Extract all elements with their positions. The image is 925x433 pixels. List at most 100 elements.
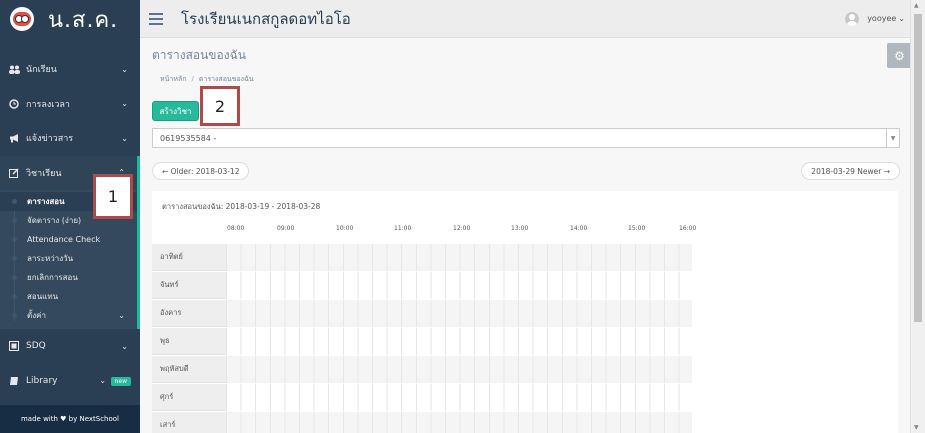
library-new-wrapper: ⌄ new xyxy=(99,376,131,387)
submenu-item-cancel-class[interactable]: ยกเลิกการสอน xyxy=(0,268,137,287)
day-slots[interactable] xyxy=(226,328,692,355)
teacher-select[interactable]: 0619535584 - ▼ xyxy=(152,128,900,148)
page-scrollbar[interactable]: ▲ ▼ xyxy=(910,0,925,433)
day-label: อาทิตย์ xyxy=(152,244,226,271)
time-label: 11:00 xyxy=(394,225,412,232)
day-slots[interactable] xyxy=(226,412,692,433)
day-row: ศุกร์ xyxy=(152,384,692,412)
newer-week-button[interactable]: 2018-03-29 Newer → xyxy=(801,162,900,180)
sidebar-footer: made with ♥ by NextSchool xyxy=(0,405,140,433)
edit-icon xyxy=(8,167,20,179)
day-slots[interactable] xyxy=(226,384,692,411)
submenu-item-attendance-check[interactable]: Attendance Check xyxy=(0,230,137,249)
day-row: พฤหัสบดี xyxy=(152,356,692,384)
sidebar-item-announcements[interactable]: แจ้งข่าวสาร ⌄ xyxy=(0,121,140,156)
brand[interactable]: น.ส.ค. xyxy=(0,0,140,38)
school-name: โรงเรียนเนกสกูลดอทไอโอ xyxy=(181,9,351,28)
day-row: อาทิตย์ xyxy=(152,244,692,272)
menu-toggle-icon[interactable] xyxy=(149,12,163,25)
settings-button[interactable]: ⚙ xyxy=(887,43,912,68)
submenu-item-label: ตั้งค่า xyxy=(27,311,46,320)
owl-logo-icon xyxy=(10,7,34,31)
day-label: พุธ xyxy=(152,328,226,355)
day-slots[interactable] xyxy=(226,300,692,327)
breadcrumb-home[interactable]: หน้าหลัก xyxy=(160,74,186,85)
older-week-button[interactable]: ← Older: 2018-03-12 xyxy=(152,162,250,180)
sidebar-item-label: การลงเวลา xyxy=(26,99,70,110)
brand-name: น.ส.ค. xyxy=(48,7,119,33)
day-slots[interactable] xyxy=(226,356,692,383)
time-label: 10:00 xyxy=(336,225,354,232)
top-navbar: โรงเรียนเนกสกูลดอทไอโอ yooyee ⌄ xyxy=(140,0,925,38)
sidebar-item-attendance-time[interactable]: การลงเวลา ⌄ xyxy=(0,87,140,122)
time-label: 16:00 xyxy=(679,225,697,232)
breadcrumb-separator: / xyxy=(191,75,194,83)
timetable: ตารางสอนของฉัน: 2018-03-19 - 2018-03-28 … xyxy=(152,191,898,433)
chevron-down-icon: ⌄ xyxy=(121,341,128,351)
submenu-item-label: ยกเลิกการสอน xyxy=(27,273,78,282)
bullhorn-icon xyxy=(8,132,20,144)
user-menu[interactable]: yooyee ⌄ xyxy=(845,11,905,26)
gear-icon: ⚙ xyxy=(894,48,905,63)
sidebar-item-library[interactable]: Library ⌄ new xyxy=(0,364,140,399)
day-rows: อาทิตย์ จันทร์ อังคาร พุธ พฤหัสบดี ศุกร์ xyxy=(152,244,692,433)
breadcrumb-current: ตารางสอนของฉัน xyxy=(198,74,254,83)
scroll-thumb[interactable] xyxy=(914,14,922,322)
chevron-down-icon: ⌄ xyxy=(121,99,128,109)
chevron-down-icon: ⌄ xyxy=(898,14,905,23)
annotation-callout-2: 2 xyxy=(200,86,240,126)
day-label: อังคาร xyxy=(152,300,226,327)
avatar xyxy=(845,11,860,26)
submenu-item-label: ตารางสอน xyxy=(27,197,65,206)
page-title: ตารางสอนของฉัน xyxy=(152,48,246,62)
submenu-item-settings[interactable]: ตั้งค่า ⌄ xyxy=(0,306,137,325)
chevron-down-icon: ⌄ xyxy=(121,133,128,143)
username: yooyee xyxy=(867,14,897,23)
sidebar-item-label: วิชาเรียน xyxy=(26,168,62,179)
day-row: จันทร์ xyxy=(152,272,692,300)
main-content: ตารางสอนของฉัน ⚙ หน้าหลัก / ตารางสอนของฉ… xyxy=(140,38,912,433)
sidebar-item-students[interactable]: นักเรียน ⌄ xyxy=(0,52,140,87)
day-slots[interactable] xyxy=(226,244,692,271)
submenu-item-substitute[interactable]: สอนแทน xyxy=(0,287,137,306)
annotation-callout-1: 1 xyxy=(93,174,133,219)
time-label: 09:00 xyxy=(277,225,295,232)
caret-down-icon: ▼ xyxy=(886,129,899,147)
time-label: 12:00 xyxy=(453,225,471,232)
time-label: 08:00 xyxy=(227,225,245,232)
day-row: พุธ xyxy=(152,328,692,356)
sidebar-item-label: SDQ xyxy=(26,341,46,352)
time-label: 15:00 xyxy=(628,225,646,232)
sidebar-item-sdq[interactable]: SDQ ⌄ xyxy=(0,329,140,364)
day-row: เสาร์ xyxy=(152,412,692,433)
time-label: 13:00 xyxy=(511,225,529,232)
scroll-down-icon[interactable]: ▼ xyxy=(914,424,919,431)
day-label: พฤหัสบดี xyxy=(152,356,226,383)
breadcrumb: หน้าหลัก / ตารางสอนของฉัน xyxy=(150,68,900,90)
book-icon xyxy=(8,375,20,387)
day-label: ศุกร์ xyxy=(152,384,226,411)
day-slots[interactable] xyxy=(226,272,692,299)
submenu-item-label: Attendance Check xyxy=(27,235,101,244)
sidebar-item-label: Library xyxy=(26,375,58,386)
teacher-select-value: 0619535584 - xyxy=(160,133,217,143)
sdq-icon xyxy=(8,340,20,352)
submenu-item-label: จัดตาราง (ง่าย) xyxy=(27,216,82,225)
create-subject-button[interactable]: สร้างวิชา xyxy=(152,101,199,121)
submenu-item-leave[interactable]: ลาระหว่างวัน xyxy=(0,249,137,268)
time-label: 14:00 xyxy=(570,225,588,232)
time-axis: 08:00 09:00 10:00 11:00 12:00 13:00 14:0… xyxy=(152,225,898,235)
sidebar-menu: นักเรียน ⌄ การลงเวลา ⌄ แจ้งข่าวสาร ⌄ วิช… xyxy=(0,52,140,398)
chevron-down-icon: ⌄ xyxy=(121,64,128,74)
submenu-item-label: สอนแทน xyxy=(27,292,59,301)
day-row: อังคาร xyxy=(152,300,692,328)
users-icon xyxy=(8,63,20,75)
scroll-up-icon[interactable]: ▲ xyxy=(914,2,919,9)
clock-icon xyxy=(8,98,20,110)
sidebar-item-label: นักเรียน xyxy=(26,65,57,76)
day-label: จันทร์ xyxy=(152,272,226,299)
chevron-down-icon: ⌄ xyxy=(118,311,125,320)
timetable-caption: ตารางสอนของฉัน: 2018-03-19 - 2018-03-28 xyxy=(162,202,321,211)
sidebar-item-label: แจ้งข่าวสาร xyxy=(26,134,74,145)
new-badge: new xyxy=(110,377,131,387)
